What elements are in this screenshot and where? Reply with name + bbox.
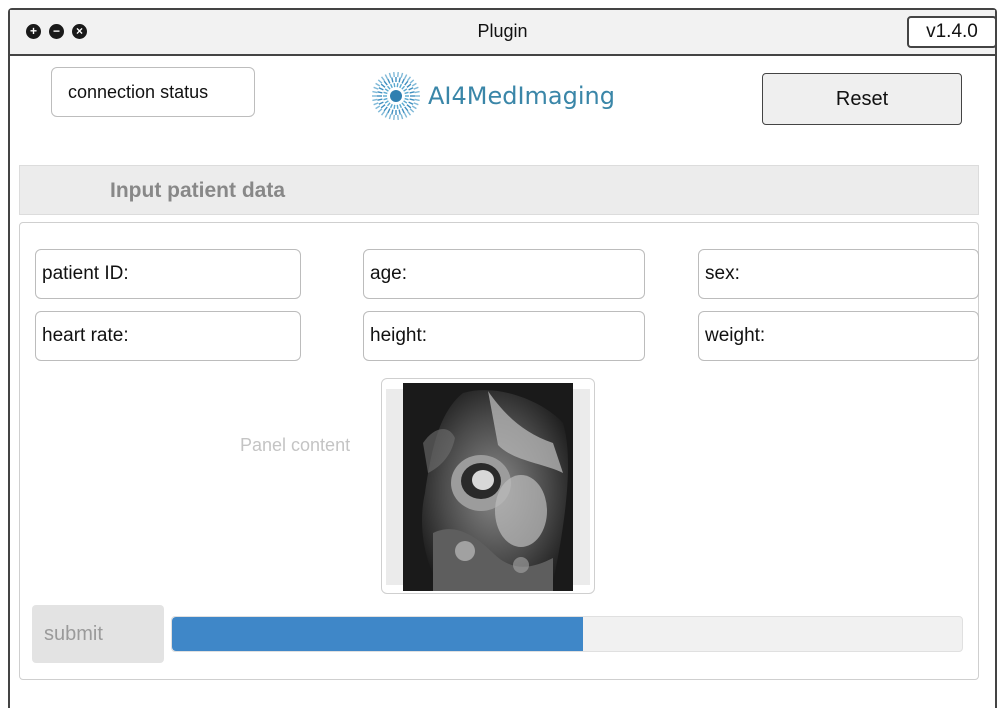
sex-field[interactable]: sex: bbox=[698, 249, 979, 299]
patient-id-field[interactable]: patient ID: bbox=[35, 249, 301, 299]
progress-bar bbox=[171, 616, 963, 652]
weight-field[interactable]: weight: bbox=[698, 311, 979, 361]
logo-rings-icon bbox=[368, 70, 424, 122]
patient-data-panel: patient ID: age: sex: heart rate: height… bbox=[19, 222, 979, 680]
version-badge: v1.4.0 bbox=[907, 16, 997, 48]
title-bar: + − × Plugin v1.4.0 bbox=[10, 10, 995, 56]
section-header: Input patient data bbox=[19, 165, 979, 215]
reset-button[interactable]: Reset bbox=[762, 73, 962, 125]
height-field[interactable]: height: bbox=[363, 311, 645, 361]
age-field[interactable]: age: bbox=[363, 249, 645, 299]
image-viewer bbox=[381, 378, 595, 594]
section-title: Input patient data bbox=[110, 179, 285, 203]
logo-text: AI4MedImaging bbox=[428, 82, 615, 110]
progress-fill bbox=[172, 617, 583, 651]
window-title: Plugin bbox=[10, 21, 995, 42]
submit-button[interactable]: submit bbox=[32, 605, 164, 663]
heart-rate-field[interactable]: heart rate: bbox=[35, 311, 301, 361]
connection-status: connection status bbox=[51, 67, 255, 117]
panel-content-label: Panel content bbox=[240, 435, 350, 456]
cardiac-mri-image bbox=[403, 383, 573, 591]
